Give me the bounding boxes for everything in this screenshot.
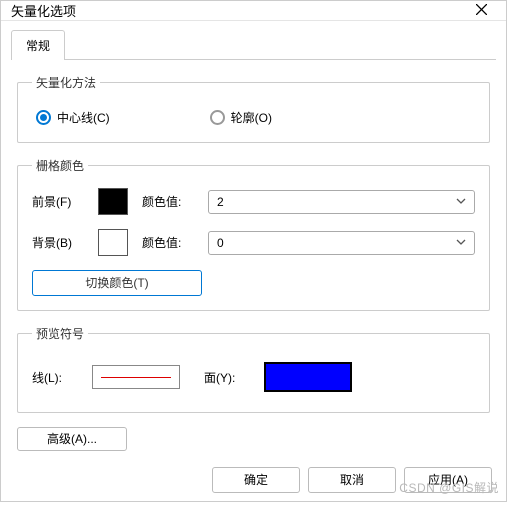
- select-fg-value-text: 2: [217, 195, 224, 209]
- chevron-down-icon: [456, 236, 466, 250]
- radio-centerline[interactable]: 中心线(C): [36, 109, 110, 126]
- swatch-background[interactable]: [98, 229, 128, 256]
- line-stroke-icon: [101, 377, 171, 378]
- group-raster-color: 栅格颜色 前景(F) 颜色值: 2 背景(B) 颜色值: 0 切换颜色: [17, 157, 490, 311]
- radio-row: 中心线(C) 轮廓(O): [32, 105, 475, 128]
- tab-bar: 常规: [1, 21, 506, 59]
- button-advanced[interactable]: 高级(A)...: [17, 427, 127, 451]
- chevron-down-icon: [456, 195, 466, 209]
- dialog-vectorization-options: 矢量化选项 常规 矢量化方法 中心线(C) 轮廓(O): [0, 0, 507, 502]
- swatch-foreground[interactable]: [98, 188, 128, 215]
- label-color-value-fg: 颜色值:: [142, 193, 194, 210]
- close-button[interactable]: [466, 4, 496, 18]
- row-background: 背景(B) 颜色值: 0: [32, 229, 475, 256]
- radio-outline[interactable]: 轮廓(O): [210, 109, 272, 126]
- group-vectorization-method: 矢量化方法 中心线(C) 轮廓(O): [17, 74, 490, 143]
- button-ok[interactable]: 确定: [212, 467, 300, 493]
- sample-face[interactable]: [264, 362, 352, 392]
- tab-general[interactable]: 常规: [11, 30, 65, 60]
- legend-raster-color: 栅格颜色: [32, 157, 88, 174]
- button-switch-colors[interactable]: 切换颜色(T): [32, 270, 202, 296]
- preview-row: 线(L): 面(Y):: [32, 356, 475, 398]
- sample-line[interactable]: [92, 365, 180, 389]
- radio-icon: [210, 110, 225, 125]
- button-apply[interactable]: 应用(A): [404, 467, 492, 493]
- select-bg-value-text: 0: [217, 236, 224, 250]
- select-fg-value[interactable]: 2: [208, 190, 475, 214]
- legend-preview: 预览符号: [32, 325, 88, 342]
- radio-outline-label: 轮廓(O): [231, 109, 272, 126]
- select-bg-value[interactable]: 0: [208, 231, 475, 255]
- radio-icon: [36, 110, 51, 125]
- label-background: 背景(B): [32, 234, 84, 251]
- titlebar: 矢量化选项: [1, 1, 506, 21]
- label-foreground: 前景(F): [32, 193, 84, 210]
- tab-content: 矢量化方法 中心线(C) 轮廓(O) 栅格颜色 前景(F) 颜色值: 2: [11, 59, 496, 457]
- label-line: 线(L):: [32, 369, 78, 386]
- label-face: 面(Y):: [204, 369, 250, 386]
- footer: 确定 取消 应用(A): [1, 457, 506, 505]
- button-cancel[interactable]: 取消: [308, 467, 396, 493]
- close-icon: [476, 4, 487, 18]
- legend-method: 矢量化方法: [32, 74, 100, 91]
- row-foreground: 前景(F) 颜色值: 2: [32, 188, 475, 215]
- group-preview-symbol: 预览符号 线(L): 面(Y):: [17, 325, 490, 413]
- window-title: 矢量化选项: [11, 1, 466, 20]
- label-color-value-bg: 颜色值:: [142, 234, 194, 251]
- radio-centerline-label: 中心线(C): [57, 109, 110, 126]
